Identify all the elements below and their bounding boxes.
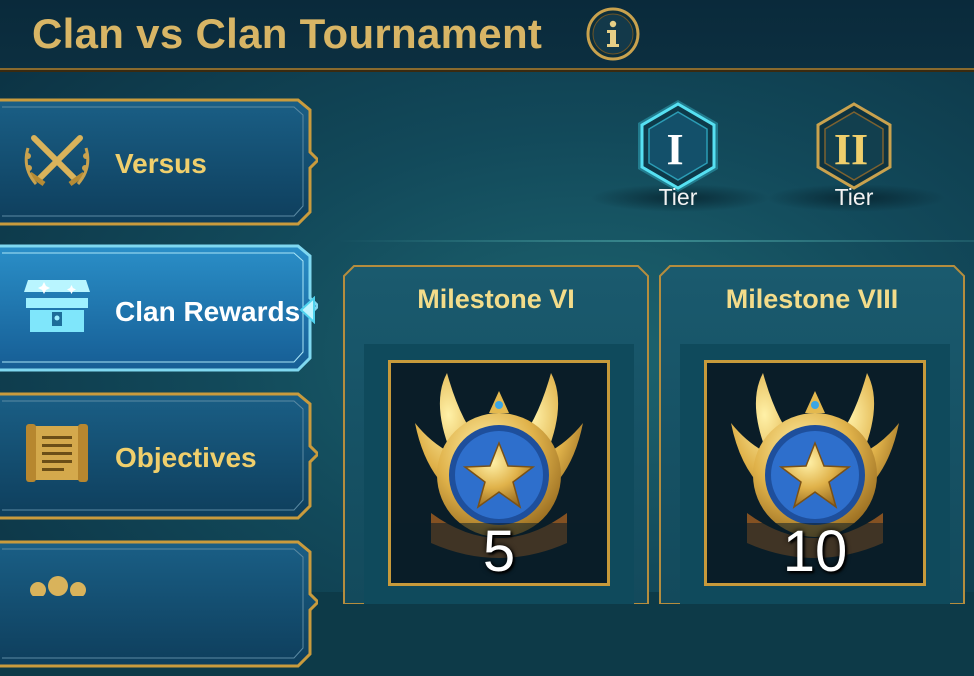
- header-bar: Clan vs Clan Tournament: [0, 0, 974, 70]
- milestone-title: Milestone VIII: [725, 284, 899, 314]
- sidebar-item-objectives[interactable]: Objectives: [0, 388, 318, 520]
- sidebar-item-label: Versus: [115, 148, 207, 179]
- reward-slot[interactable]: 5: [388, 360, 610, 586]
- info-button[interactable]: [586, 7, 640, 61]
- reward-panel: 5: [364, 344, 634, 604]
- sidebar-item-label: Objectives: [115, 442, 257, 473]
- tier-label: Tier: [834, 184, 874, 210]
- scroll-icon: [26, 424, 88, 482]
- crossed-swords-icon: [24, 135, 90, 187]
- tier-numeral: I: [666, 125, 684, 174]
- selection-arrow-icon: [299, 296, 315, 324]
- sidebar-item-clan-rewards[interactable]: Clan Rewards: [0, 240, 318, 372]
- tier-1-selector[interactable]: I Tier: [590, 98, 770, 216]
- sidebar-item-fourth[interactable]: [0, 536, 318, 668]
- page-title: Clan vs Clan Tournament: [32, 10, 543, 57]
- milestone-card[interactable]: Milestone VI 5: [342, 264, 650, 604]
- tier-numeral: II: [833, 125, 869, 174]
- divider: [335, 240, 974, 242]
- reward-slot[interactable]: 10: [704, 360, 926, 586]
- reward-panel: 10: [680, 344, 950, 604]
- milestone-card[interactable]: Milestone VIII 10: [658, 264, 966, 604]
- reward-count: 10: [782, 519, 848, 584]
- helmet-icon: [30, 576, 86, 596]
- treasure-chest-icon: [24, 280, 90, 332]
- info-icon: [586, 7, 640, 61]
- sidebar-item-versus[interactable]: Versus: [0, 94, 318, 226]
- tier-2-selector[interactable]: II Tier: [766, 98, 946, 216]
- reward-count: 5: [482, 519, 516, 584]
- sidebar-button-frame: [0, 540, 318, 668]
- sidebar-item-label: Clan Rewards: [115, 296, 301, 327]
- milestone-title: Milestone VI: [417, 284, 575, 314]
- tier-label: Tier: [658, 184, 698, 210]
